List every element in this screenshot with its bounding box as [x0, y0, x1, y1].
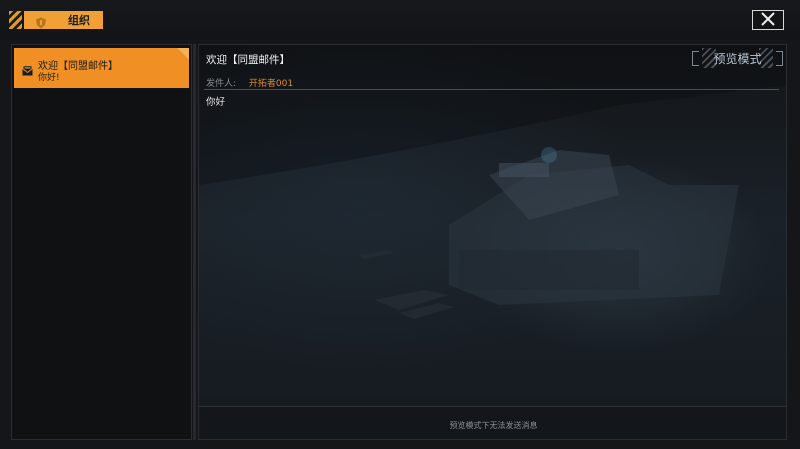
corner-decoration — [177, 48, 189, 60]
shield-icon — [35, 14, 47, 29]
mail-subject: 欢迎【同盟邮件】 — [206, 54, 290, 66]
mail-list-item[interactable]: 欢迎【同盟邮件】 你好! — [14, 48, 189, 88]
tab-label: 组织 — [68, 14, 90, 27]
top-bar: 组织 — [0, 0, 800, 40]
preview-mode-label: 预览模式 — [713, 52, 762, 66]
sender-label: 发件人: — [206, 79, 237, 89]
footer-note: 预览模式下无法发送消息 — [449, 421, 538, 430]
compose-footer: 预览模式下无法发送消息 — [199, 406, 786, 439]
mail-icon — [22, 62, 33, 76]
list-scrollbar[interactable] — [193, 44, 196, 440]
background-artwork — [199, 45, 786, 319]
sender-row: 发件人: 开拓者001 — [206, 76, 293, 89]
mail-list-panel: 欢迎【同盟邮件】 你好! — [11, 44, 192, 440]
tab-organization[interactable]: 组织 — [24, 11, 103, 29]
preview-mode-badge: 预览模式 — [690, 48, 785, 68]
mail-item-preview: 你好! — [38, 73, 60, 83]
title-stripe-decoration — [9, 11, 22, 29]
mail-content-panel: 欢迎【同盟邮件】 发件人: 开拓者001 你好 预览模式 预览模式下无法发送消息 — [198, 44, 787, 440]
close-icon — [761, 11, 775, 30]
close-button[interactable] — [752, 10, 784, 30]
sender-name[interactable]: 开拓者001 — [249, 79, 293, 89]
mail-body: 你好 — [206, 97, 226, 108]
header-divider — [204, 89, 779, 90]
